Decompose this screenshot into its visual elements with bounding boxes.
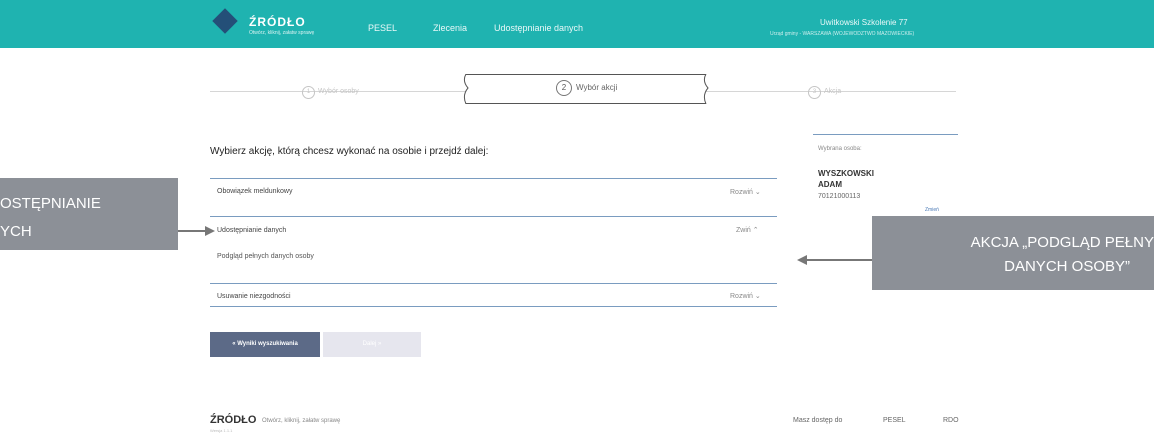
footer-link-rdo[interactable]: RDO — [943, 417, 959, 424]
accordion-divider — [210, 216, 777, 217]
logo-title[interactable]: ŹRÓDŁO — [249, 15, 306, 29]
step-2-number: 2 — [556, 80, 572, 96]
accordion-divider — [210, 306, 777, 307]
nav-pesel[interactable]: PESEL — [368, 23, 397, 33]
callout-left-text: OSTĘPNIANIE YCH — [0, 190, 101, 246]
accordion-udostepnianie-label[interactable]: Udostępnianie danych — [217, 227, 286, 234]
accordion-usuwanie-toggle[interactable]: Rozwiń ⌄ — [730, 292, 761, 300]
user-office: Urząd gminy - WARSZAWA (WOJEWODZTWO MAZO… — [770, 31, 915, 37]
step-2-label: Wybór akcji — [576, 83, 618, 92]
callout-right-line-2: DANYCH OSOBY” — [1004, 258, 1130, 275]
stepper-chevron-right-icon — [703, 74, 709, 104]
back-to-results-button[interactable]: « Wyniki wyszukiwania — [210, 332, 320, 357]
arrow-right-line — [806, 259, 872, 261]
step-3-number: 3 — [808, 86, 821, 99]
nav-zlecenia[interactable]: Zlecenia — [433, 23, 467, 33]
step-3: 3 Akcja — [808, 86, 841, 99]
change-person-link[interactable]: Zmień — [925, 207, 939, 213]
footer-tagline: Otwórz, kliknij, załatw sprawę — [262, 418, 341, 424]
nav-udostepnianie[interactable]: Udostępnianie danych — [494, 23, 583, 33]
arrow-right-icon — [205, 226, 215, 236]
action-podglad-danych[interactable]: Podgląd pełnych danych osoby — [217, 253, 314, 260]
selected-person-label: Wybrana osoba: — [818, 146, 862, 152]
accordion-usuwanie-label[interactable]: Usuwanie niezgodności — [217, 293, 291, 300]
step-1-number: 1 — [302, 86, 315, 99]
callout-right-text: AKCJA „PODGLĄD PEŁNY DANYCH OSOBY” — [872, 231, 1154, 279]
footer-link-pesel[interactable]: PESEL — [883, 417, 906, 424]
stepper-chevron-left-icon — [463, 74, 469, 104]
selected-person-surname: WYSZKOWSKI — [818, 169, 874, 178]
callout-right-line-1: AKCJA „PODGLĄD PEŁNY — [970, 234, 1154, 251]
next-button[interactable]: Dalej » — [323, 332, 421, 357]
accordion-udostepnianie-toggle[interactable]: Zwiń ⌃ — [736, 226, 759, 234]
accordion-obowiazek-label[interactable]: Obowiązek meldunkowy — [217, 188, 292, 195]
footer-access-label: Masz dostęp do — [793, 417, 843, 424]
callout-left-line-1: OSTĘPNIANIE — [0, 195, 101, 212]
arrow-left-line — [178, 230, 208, 232]
page-title: Wybierz akcję, którą chcesz wykonać na o… — [210, 146, 489, 157]
step-1-label: Wybór osoby — [318, 88, 359, 95]
accordion-divider — [210, 178, 777, 179]
step-3-label: Akcja — [824, 88, 842, 95]
selected-person-pesel: 70121000113 — [818, 193, 861, 200]
accordion-divider — [210, 283, 777, 284]
callout-left-line-2: YCH — [0, 223, 32, 240]
accordion-obowiazek-toggle[interactable]: Rozwiń ⌄ — [730, 188, 761, 196]
footer-version: Wersja 1.1.1 — [210, 428, 233, 433]
user-name[interactable]: Uwitkowski Szkolenie 77 — [820, 18, 908, 27]
logo-subtitle: Otwórz, kliknij, załatw sprawę — [249, 30, 315, 36]
step-1: 1 Wybór osoby — [302, 86, 359, 99]
selected-person-firstname: ADAM — [818, 180, 842, 189]
side-panel-divider — [813, 134, 958, 135]
footer-logo: ŹRÓDŁO — [210, 414, 257, 426]
